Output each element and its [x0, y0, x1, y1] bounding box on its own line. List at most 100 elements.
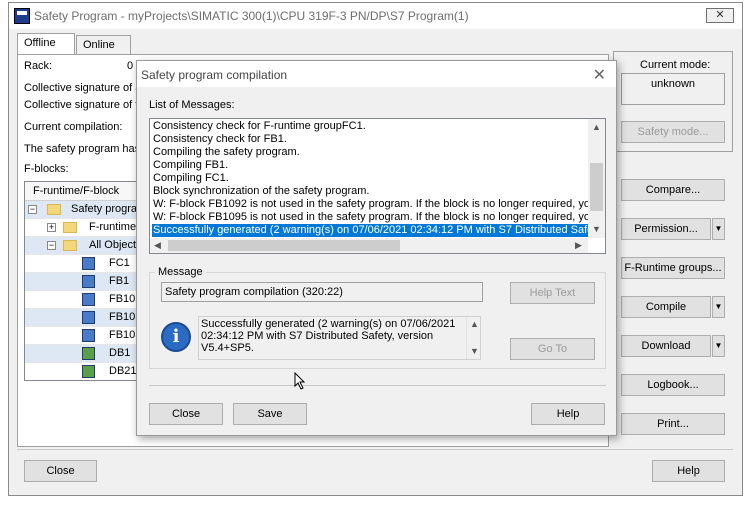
f-block-icon — [82, 329, 95, 342]
message-title-field: Safety program compilation (320:22) — [161, 282, 483, 302]
scroll-down-icon[interactable]: ▼ — [592, 224, 601, 234]
horizontal-scrollbar[interactable]: ◀ ▶ — [150, 238, 588, 253]
message-group-label: Message — [155, 266, 206, 278]
title-bar: Safety Program - myProjects\SIMATIC 300(… — [9, 3, 742, 29]
current-mode-label: Current mode: — [640, 59, 711, 71]
window-close-button[interactable]: ✕ — [706, 8, 734, 23]
dialog-help-button[interactable]: Help — [531, 403, 605, 425]
permission-dropdown-icon[interactable]: ▼ — [712, 218, 725, 240]
tree-row-label: DB21S — [109, 365, 138, 377]
current-compilation-label: Current compilation: — [24, 121, 123, 133]
vertical-scrollbar[interactable]: ▲ ▼ — [588, 119, 605, 238]
tree-row-label: FB10S — [109, 293, 138, 305]
collective-signature-b-label: Collective signature of th — [24, 99, 145, 111]
help-text-button[interactable]: Help Text — [510, 282, 595, 304]
collapse-icon[interactable]: − — [28, 205, 37, 214]
list-item[interactable]: Compiling FC1. — [153, 172, 229, 185]
tree-row[interactable]: − Safety program — [25, 201, 139, 219]
download-button[interactable]: Download — [621, 335, 711, 357]
folder-icon — [63, 222, 77, 233]
tree-row-label: Safety program — [71, 203, 139, 215]
window-title: Safety Program - myProjects\SIMATIC 300(… — [34, 9, 469, 23]
app-icon — [14, 8, 30, 24]
expand-icon[interactable]: + — [47, 223, 56, 232]
message-text: Successfully generated (2 warning(s) on … — [201, 318, 456, 354]
compile-dropdown-icon[interactable]: ▼ — [712, 296, 725, 318]
dialog-save-button[interactable]: Save — [233, 403, 307, 425]
tree-row-label: DB1 — [109, 347, 131, 359]
messages-listbox[interactable]: Consistency check for F-runtime groupFC1… — [149, 118, 606, 254]
f-runtime-groups-button[interactable]: F-Runtime groups... — [621, 257, 725, 279]
f-block-icon — [82, 311, 95, 324]
compilation-dialog: Safety program compilation ✕ List of Mes… — [136, 60, 617, 436]
tree-row-label: FB10S — [109, 311, 138, 323]
main-help-button[interactable]: Help — [652, 460, 725, 482]
folder-icon — [47, 204, 61, 215]
download-dropdown-icon[interactable]: ▼ — [712, 335, 725, 357]
list-item[interactable]: W: F-block FB1095 is not used in the saf… — [153, 211, 605, 224]
tree-row-label: FC1 — [109, 257, 130, 269]
f-block-tree[interactable]: F-runtime/F-block − Safety program + F-r… — [24, 181, 139, 381]
print-button[interactable]: Print... — [621, 413, 725, 435]
tree-row[interactable]: DB21S — [25, 363, 138, 380]
scroll-down-icon[interactable]: ▼ — [470, 346, 479, 356]
dialog-close-icon[interactable]: ✕ — [593, 65, 606, 85]
tab-online[interactable]: Online — [76, 35, 131, 55]
list-item[interactable]: Consistency check for F-runtime groupFC1… — [153, 120, 366, 133]
list-of-messages-label: List of Messages: — [149, 99, 235, 111]
list-item[interactable]: W: F-block FB1092 is not used in the saf… — [153, 198, 605, 211]
logbook-button[interactable]: Logbook... — [621, 374, 725, 396]
tree-row[interactable]: FB10S — [25, 327, 138, 345]
tree-row[interactable]: FC1 — [25, 255, 138, 273]
f-block-icon — [82, 293, 95, 306]
scroll-up-icon[interactable]: ▲ — [592, 122, 601, 132]
tree-header: F-runtime/F-block — [25, 182, 138, 201]
folder-icon — [63, 240, 77, 251]
dialog-close-button[interactable]: Close — [149, 403, 223, 425]
collapse-icon[interactable]: − — [47, 241, 56, 250]
safety-mode-button[interactable]: Safety mode... — [621, 121, 725, 143]
compare-button[interactable]: Compare... — [621, 179, 725, 201]
tree-row-label: F-runtime g — [89, 221, 138, 233]
message-scrollbar[interactable]: ▲ ▼ — [466, 317, 480, 359]
tree-row[interactable]: − All Objects — [25, 237, 138, 255]
list-item[interactable]: Compiling the safety program. — [153, 146, 300, 159]
list-item[interactable]: Compiling FB1. — [153, 159, 228, 172]
compile-button[interactable]: Compile — [621, 296, 711, 318]
dialog-title: Safety program compilation — [141, 68, 288, 82]
tree-row[interactable]: + F-runtime g — [25, 219, 138, 237]
list-item[interactable]: Block synchronization of the safety prog… — [153, 185, 369, 198]
rack-value: 0 — [127, 60, 134, 72]
tree-row[interactable]: FB10S — [25, 309, 138, 327]
main-close-button[interactable]: Close — [24, 460, 97, 482]
go-to-button[interactable]: Go To — [510, 338, 595, 360]
tree-row[interactable]: FB1 — [25, 273, 138, 291]
data-block-icon — [82, 347, 95, 360]
rack-label: Rack: — [24, 60, 53, 72]
f-blocks-label: F-blocks: — [24, 163, 69, 175]
list-item[interactable]: Consistency check for FB1. — [153, 133, 287, 146]
current-mode-value: unknown — [621, 73, 725, 105]
permission-button[interactable]: Permission... — [621, 218, 711, 240]
scroll-thumb[interactable] — [590, 163, 603, 211]
tree-row-label: FB1 — [109, 275, 130, 287]
f-block-icon — [82, 275, 95, 288]
mouse-cursor-icon — [294, 372, 306, 390]
list-item-selected[interactable]: Successfully generated (2 warning(s) on … — [152, 224, 602, 237]
tree-row[interactable]: DB1 — [25, 345, 138, 363]
data-block-icon — [82, 365, 95, 378]
collective-signature-a-label: Collective signature of a — [24, 82, 142, 94]
tab-offline[interactable]: Offline — [17, 33, 75, 55]
scroll-thumb[interactable] — [168, 240, 400, 251]
f-block-icon — [82, 257, 95, 270]
divider — [17, 449, 733, 450]
scroll-up-icon[interactable]: ▲ — [470, 319, 479, 329]
info-icon: i — [161, 322, 191, 352]
dialog-title-bar: Safety program compilation ✕ — [137, 61, 616, 87]
tree-row[interactable]: FB10S — [25, 291, 138, 309]
scroll-left-icon[interactable]: ◀ — [154, 240, 161, 251]
safety-program-has-label: The safety program has — [24, 143, 141, 155]
divider — [149, 385, 606, 386]
scroll-right-icon[interactable]: ▶ — [575, 240, 582, 251]
tree-row-label: FB10S — [109, 329, 138, 341]
